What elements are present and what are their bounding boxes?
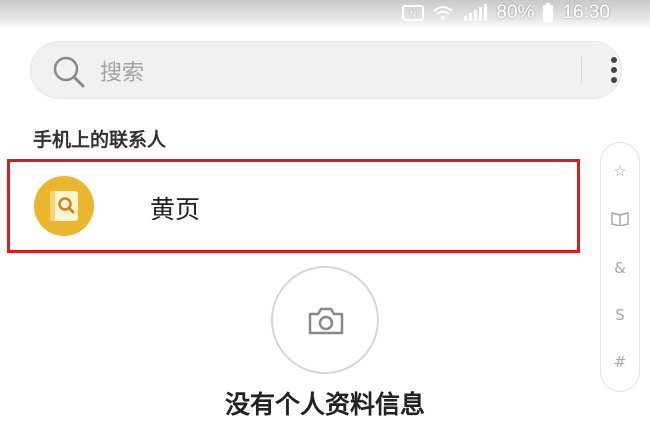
contact-row-yellow-pages[interactable]: 黄页	[7, 159, 580, 253]
status-icons: N 80% 16:30	[402, 2, 610, 24]
battery-icon	[542, 3, 554, 23]
index-item-favorites[interactable]: ☆	[600, 162, 640, 180]
book-icon	[611, 212, 629, 227]
index-item-ampersand[interactable]: &	[600, 259, 640, 277]
alphabet-index-bar[interactable]: ☆ & S #	[600, 142, 640, 392]
search-input-placeholder[interactable]: 搜索	[100, 55, 144, 87]
signal-icon	[462, 4, 488, 22]
contact-name: 黄页	[150, 195, 201, 224]
yellow-pages-icon	[50, 191, 78, 221]
camera-icon	[308, 307, 344, 335]
more-vertical-icon[interactable]	[609, 56, 619, 88]
profile-empty-message: 没有个人资料信息	[224, 390, 425, 419]
battery-percentage: 80%	[496, 2, 535, 23]
nfc-icon: N	[402, 4, 425, 22]
clock: 16:30	[562, 2, 610, 23]
svg-text:N: N	[410, 10, 417, 20]
index-item-book[interactable]	[600, 210, 640, 230]
profile-photo-button[interactable]	[271, 266, 379, 374]
search-icon	[52, 55, 86, 93]
index-item-hash[interactable]: #	[600, 353, 640, 371]
search-divider	[581, 57, 582, 83]
search-bar[interactable]: 搜索	[30, 41, 622, 99]
avatar	[34, 176, 94, 236]
index-item-s[interactable]: S	[600, 306, 640, 324]
wifi-icon	[432, 4, 454, 22]
status-bar: N 80% 16:30	[0, 0, 650, 28]
section-heading-phone-contacts: 手机上的联系人	[33, 129, 167, 151]
